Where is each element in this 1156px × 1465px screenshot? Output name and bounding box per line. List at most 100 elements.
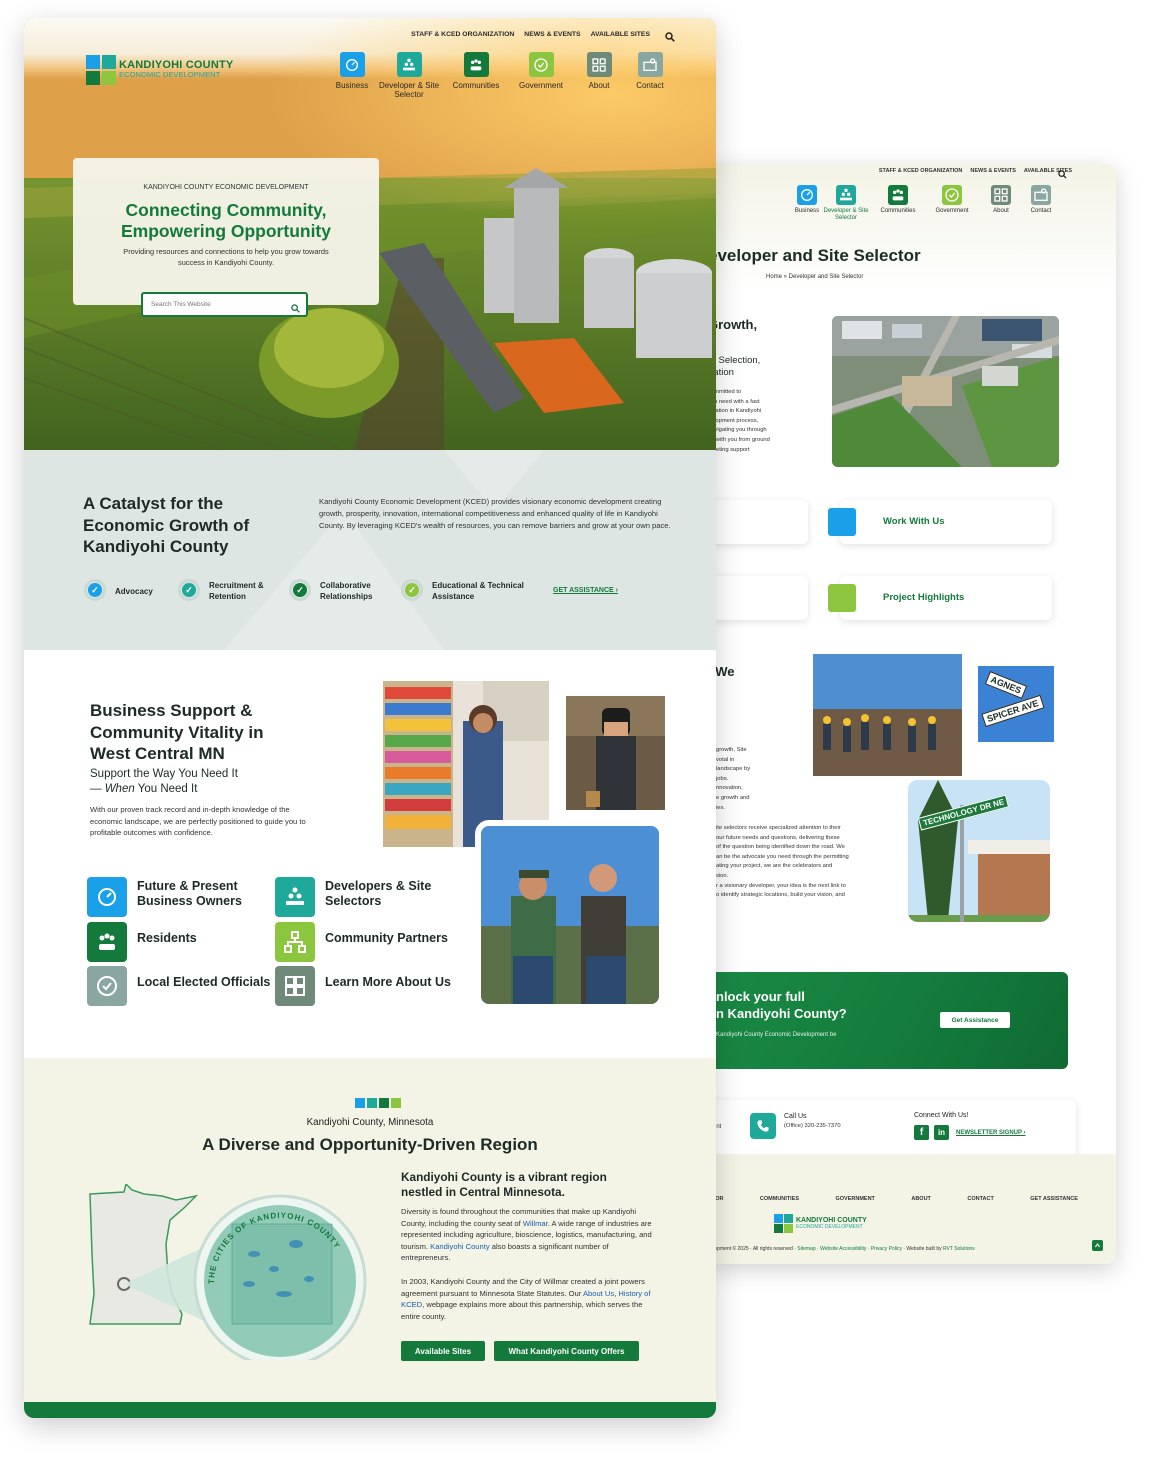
- back-footer-nav-item[interactable]: GET ASSISTANCE: [1030, 1196, 1078, 1202]
- back-footer-logo-mark: [774, 1214, 793, 1233]
- support-sub2: — When You Need It: [90, 783, 197, 795]
- back-nav-developer-site-selector[interactable]: Developer & Site Selector: [821, 185, 871, 222]
- newsletter-signup-link[interactable]: NEWSLETTER SIGNUP ›: [956, 1130, 1026, 1136]
- back-nav-label: Developer & Site Selector: [823, 208, 869, 221]
- kandiyohi-county-link[interactable]: Kandiyohi County: [430, 1242, 490, 1251]
- back-nav-government[interactable]: Government: [927, 185, 977, 215]
- hero-search-icon[interactable]: [291, 300, 300, 313]
- catalyst-item-label: Educational & Technical Assistance: [432, 581, 524, 601]
- back-body-line: velopment process,: [708, 417, 759, 424]
- unlock-cta-banner: nlock your full n Kandiyohi County? Kand…: [708, 972, 1068, 1069]
- built-by-label: · Website built by: [901, 1246, 943, 1252]
- call-us-label: Call Us: [784, 1113, 807, 1120]
- back-footer-logo[interactable]: KANDIYOHI COUNTY ECONOMIC DEVELOPMENT: [774, 1214, 867, 1233]
- topnav-staff[interactable]: STAFF & KCED ORGANIZATION: [411, 31, 514, 38]
- nav-communities[interactable]: Communities: [441, 52, 511, 90]
- network-icon[interactable]: [275, 922, 315, 962]
- willmar-link[interactable]: Willmar: [523, 1219, 548, 1228]
- nav-contact[interactable]: Contact: [615, 52, 685, 90]
- seal-icon[interactable]: [87, 966, 127, 1006]
- back-card-left-1[interactable]: [708, 500, 808, 544]
- available-sites-button[interactable]: Available Sites: [401, 1341, 485, 1361]
- unlock-line2: n Kandiyohi County?: [716, 1006, 847, 1021]
- farmers-field-photo: [475, 820, 665, 1010]
- catalyst-item-label: Recruitment & Retention: [209, 581, 264, 601]
- get-assistance-link[interactable]: GET ASSISTANCE ›: [553, 587, 618, 594]
- hero-search-box[interactable]: [141, 292, 308, 317]
- hero-search-input[interactable]: [149, 297, 279, 312]
- support-sub2-dash: —: [90, 783, 105, 795]
- phone-icon[interactable]: [750, 1113, 776, 1139]
- catalyst-title: A Catalyst for the Economic Growth of Ka…: [83, 494, 250, 556]
- audience-tile-label[interactable]: Local Elected Officials: [137, 975, 275, 990]
- catalyst-section: A Catalyst for the Economic Growth of Ka…: [24, 450, 716, 650]
- audience-tile-label[interactable]: Future & Present Business Owners: [137, 879, 275, 909]
- site-logo[interactable]: KANDIYOHI COUNTY ECONOMIC DEVELOPMENT: [86, 55, 233, 85]
- back-body-line: navigating you through: [708, 427, 767, 434]
- back-topnav-staff[interactable]: STAFF & KCED ORGANIZATION: [879, 168, 963, 174]
- gauge-icon: [339, 52, 365, 77]
- hero-desc: Providing resources and connections to h…: [123, 247, 329, 267]
- region-paragraph-2: In 2003, Kandiyohi County and the City o…: [401, 1276, 653, 1322]
- project-highlights-card[interactable]: Project Highlights: [828, 576, 1052, 620]
- community-icon[interactable]: [87, 922, 127, 962]
- linkedin-icon[interactable]: in: [934, 1125, 949, 1140]
- region-paragraph-1: Diversity is found throughout the commun…: [401, 1206, 653, 1264]
- logo-line2: ECONOMIC DEVELOPMENT: [119, 70, 221, 79]
- back-breadcrumb[interactable]: Home » Developer and Site Selector: [766, 274, 863, 280]
- topnav-sites[interactable]: AVAILABLE SITES: [591, 31, 650, 38]
- seal-icon: [942, 185, 962, 205]
- region-subtitle: Kandiyohi County is a vibrant region nes…: [401, 1170, 607, 1199]
- catalyst-item-label: Collaborative Relationships: [320, 581, 373, 601]
- minnesota-map: THE CITIES OF KANDIYOHI COUNTY: [84, 1182, 384, 1368]
- back-nav-contact[interactable]: Contact: [1016, 185, 1066, 215]
- what-county-offers-button[interactable]: What Kandiyohi County Offers: [494, 1341, 639, 1361]
- topnav-news[interactable]: NEWS & EVENTS: [524, 31, 580, 38]
- nav-label: Contact: [636, 81, 664, 90]
- back-topnav-news[interactable]: NEWS & EVENTS: [970, 168, 1016, 174]
- back-to-top-button[interactable]: [1092, 1240, 1103, 1251]
- kced-icon[interactable]: [275, 966, 315, 1006]
- checkmark-icon: ✓: [178, 579, 200, 601]
- catalyst-body: Kandiyohi County Economic Development (K…: [319, 497, 671, 530]
- audience-tile-label[interactable]: Learn More About Us: [325, 975, 460, 990]
- footer-links[interactable]: Sitemap · Website Accessibility · Privac…: [797, 1246, 902, 1252]
- back-nav-communities[interactable]: Communities: [873, 185, 923, 215]
- get-assistance-button[interactable]: Get Assistance: [940, 1012, 1010, 1028]
- groundbreaking-photo: [813, 654, 962, 776]
- checkmark-icon: ✓: [289, 579, 311, 601]
- back-body-line: committed to: [708, 389, 742, 395]
- back-footer-nav-item[interactable]: CONTACT: [967, 1196, 993, 1202]
- sign-agnes: AGNES: [984, 671, 1028, 699]
- support-section: Business Support & Community Vitality in…: [24, 650, 716, 1058]
- back-nav-label: Communities: [880, 208, 916, 214]
- logo-mark: [86, 55, 116, 85]
- back-body3-line: ating your project, we are the celebrato…: [716, 863, 833, 870]
- call-us-number[interactable]: (Office) 320-235-7370: [784, 1123, 841, 1129]
- back-footer-nav-item[interactable]: ABOUT: [911, 1196, 931, 1202]
- front-page: STAFF & KCED ORGANIZATION NEWS & EVENTS …: [24, 18, 716, 1418]
- gauge-icon[interactable]: [87, 877, 127, 917]
- back-search-icon[interactable]: [1058, 166, 1067, 179]
- back-card-left-2[interactable]: [708, 576, 808, 620]
- about-us-link[interactable]: About Us: [583, 1289, 614, 1298]
- back-body3-line: an be the advocate you need through the …: [716, 853, 849, 860]
- facebook-icon[interactable]: f: [914, 1125, 929, 1140]
- region-eyebrow: Kandiyohi County, Minnesota: [306, 1117, 434, 1128]
- built-by-link[interactable]: RVT Solutions: [943, 1246, 975, 1252]
- audience-tile-label[interactable]: Community Partners: [325, 931, 460, 946]
- audience-tile-label[interactable]: Residents: [137, 931, 275, 946]
- back-footer-nav-item[interactable]: COMMUNITIES: [760, 1196, 799, 1202]
- search-icon[interactable]: [665, 29, 675, 42]
- audience-tile-label[interactable]: Developers & Site Selectors: [325, 879, 460, 909]
- work-with-us-label: Work With Us: [883, 516, 945, 527]
- back-footer-nav-item[interactable]: GOVERNMENT: [835, 1196, 874, 1202]
- nav-developer-site-selector[interactable]: Developer & Site Selector: [374, 52, 444, 99]
- back-body3-line: ite selectors receive specialized attent…: [716, 825, 841, 831]
- unlock-line1: nlock your full: [716, 989, 805, 1004]
- people-pyramid-icon[interactable]: [275, 877, 315, 917]
- work-with-us-card[interactable]: Work With Us: [828, 500, 1052, 544]
- back-page-title: eveloper and Site Selector: [708, 246, 921, 265]
- hero-title: Connecting Community, Empowering Opportu…: [73, 200, 379, 242]
- grid-icon: [991, 185, 1011, 205]
